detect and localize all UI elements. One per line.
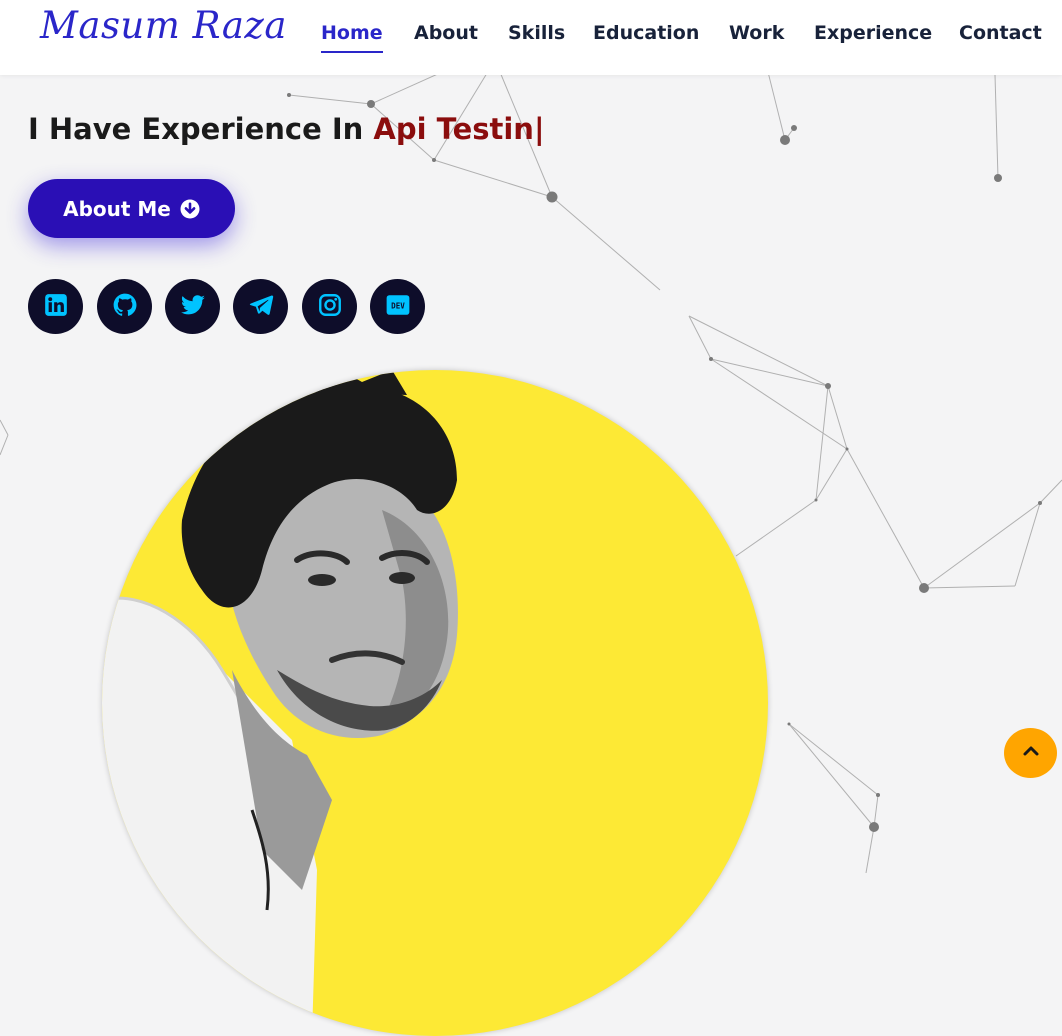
linkedin-icon xyxy=(43,292,69,322)
nav-experience[interactable]: Experience xyxy=(814,22,932,44)
nav-education[interactable]: Education xyxy=(593,22,699,44)
github-icon xyxy=(112,292,138,322)
about-me-label: About Me xyxy=(63,196,171,221)
chevron-up-icon xyxy=(1021,741,1041,765)
typing-cursor: | xyxy=(533,112,545,146)
dev-icon: DEV xyxy=(385,292,411,322)
svg-text:DEV: DEV xyxy=(391,301,405,310)
social-instagram-link[interactable] xyxy=(302,279,357,334)
nav-about[interactable]: About xyxy=(414,22,478,44)
social-github-link[interactable] xyxy=(97,279,152,334)
instagram-icon xyxy=(317,292,343,322)
navbar: Masum Raza Home About Skills Education W… xyxy=(0,0,1062,75)
telegram-icon xyxy=(248,292,274,322)
hero-headline: I Have Experience In Api Testin| xyxy=(28,112,545,146)
profile-photo-illustration xyxy=(102,370,458,1036)
social-dev-link[interactable]: DEV xyxy=(370,279,425,334)
nav-contact[interactable]: Contact xyxy=(959,22,1042,44)
nav-work[interactable]: Work xyxy=(729,22,784,44)
brand-logo[interactable]: Masum Raza xyxy=(40,4,287,47)
scroll-to-top-button[interactable] xyxy=(1004,728,1057,778)
twitter-icon xyxy=(180,292,206,322)
social-telegram-link[interactable] xyxy=(233,279,288,334)
typed-text: Api Testin xyxy=(373,112,534,146)
social-twitter-link[interactable] xyxy=(165,279,220,334)
nav-skills[interactable]: Skills xyxy=(508,22,565,44)
nav-home[interactable]: Home xyxy=(321,22,383,53)
arrow-circle-down-icon xyxy=(180,199,200,219)
headline-prefix: I Have Experience In xyxy=(28,112,364,146)
social-linkedin-link[interactable] xyxy=(28,279,83,334)
profile-photo xyxy=(102,370,768,1036)
about-me-button[interactable]: About Me xyxy=(28,179,235,238)
